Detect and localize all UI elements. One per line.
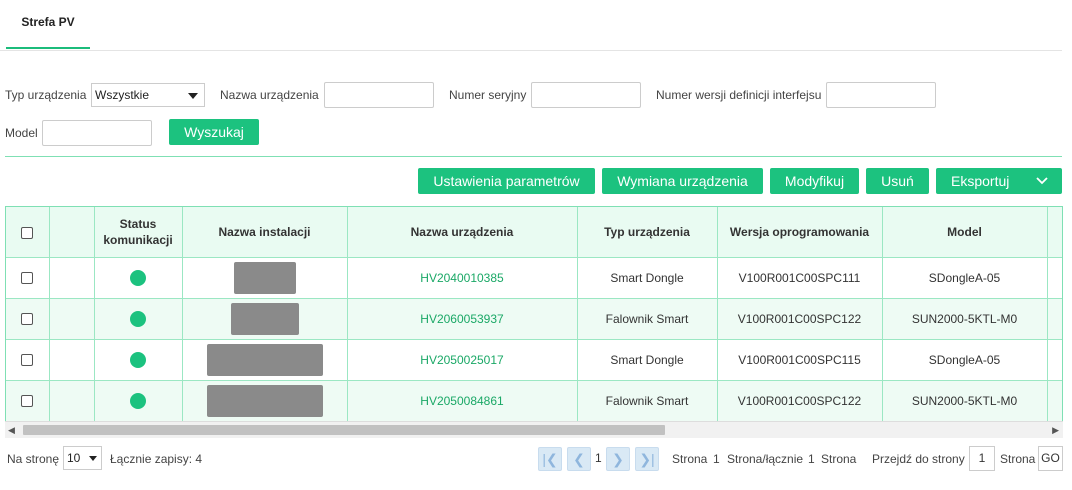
serial-number-label: Numer seryjny [449,88,527,102]
status-online-icon [130,269,146,286]
tab-strefa-pv[interactable]: Strefa PV [6,0,90,51]
redacted-plant-name [206,384,323,417]
device-type-value: Wszystkie [95,88,149,102]
software-version-cell: V100R001C00SPC115 [717,339,883,381]
software-version-cell: V100R001C00SPC111 [717,257,883,299]
serial-number-input[interactable] [531,82,641,108]
row-checkbox[interactable] [21,395,34,408]
row-checkbox[interactable] [21,313,34,326]
export-button[interactable]: Eksportuj [936,168,1062,194]
model-label: Model [5,126,38,140]
per-page-select[interactable]: 10 [63,446,102,470]
current-page-number[interactable]: 1 [595,451,602,465]
redacted-plant-name [230,302,299,335]
tab-bar: Strefa PV [0,0,1062,51]
scroll-right-icon[interactable]: ▶ [1052,425,1059,436]
interface-version-label: Numer wersji definicji interfejsu [656,88,822,102]
table-row: HV2050025017 Smart Dongle V100R001C00SPC… [6,339,1062,381]
page-total: 1 [808,452,815,466]
goto-suffix: Strona [1000,452,1036,466]
row-checkbox[interactable] [21,272,34,285]
redacted-plant-name [233,261,296,294]
section-divider [5,156,1062,157]
interface-version-input[interactable] [826,82,936,108]
parameter-settings-button[interactable]: Ustawienia parametrów [418,168,595,194]
header-device-name[interactable]: Nazwa urządzenia [347,207,578,258]
chevron-down-icon [1036,177,1048,185]
active-tab-indicator [6,47,90,49]
device-type-cell: Smart Dongle [577,257,718,299]
status-online-icon [130,351,146,368]
device-name-link[interactable]: HV2040010385 [347,257,578,299]
page-suffix: Strona [821,452,857,466]
status-online-icon [130,310,146,327]
goto-page-input[interactable]: 1 [969,446,995,471]
goto-page-label: Przejdź do strony [872,452,965,466]
header-status[interactable]: Status komunikacji [94,207,183,258]
model-input[interactable] [42,120,152,146]
model-cell: SDongleA-05 [882,339,1048,381]
device-type-select[interactable]: Wszystkie [91,83,205,107]
modify-button[interactable]: Modyfikuj [770,168,859,194]
page-label: Strona [672,452,708,466]
header-plant-name[interactable]: Nazwa instalacji [182,207,348,258]
status-online-icon [130,392,146,409]
scroll-left-icon[interactable]: ◀ [8,425,15,436]
model-cell: SDongleA-05 [882,257,1048,299]
delete-button[interactable]: Usuń [866,168,929,194]
select-all-cell [6,207,50,258]
table-row: HV2060053937 Falownik Smart V100R001C00S… [6,298,1062,340]
prev-page-icon[interactable]: ❮ [567,447,591,471]
software-version-cell: V100R001C00SPC122 [717,380,883,422]
device-name-link[interactable]: HV2060053937 [347,298,578,340]
page-total-label: Strona/łącznie [727,452,804,466]
table-row: HV2050084861 Falownik Smart V100R001C00S… [6,380,1062,422]
header-device-type[interactable]: Typ urządzenia [577,207,718,258]
device-name-link[interactable]: HV2050025017 [347,339,578,381]
software-version-cell: V100R001C00SPC122 [717,298,883,340]
device-name-input[interactable] [324,82,434,108]
last-page-icon[interactable]: ❯| [635,447,659,471]
table-header-row: Status komunikacji Nazwa instalacji Nazw… [6,207,1062,258]
replace-device-button[interactable]: Wymiana urządzenia [602,168,763,194]
export-label: Eksportuj [951,173,1010,189]
per-page-value: 10 [67,451,81,465]
device-type-cell: Falownik Smart [577,380,718,422]
device-name-label: Nazwa urządzenia [220,88,319,102]
header-software-version[interactable]: Wersja oprogramowania [717,207,883,258]
scrollbar-thumb[interactable] [23,425,665,435]
redacted-plant-name [206,343,323,376]
row-checkbox[interactable] [21,354,34,367]
devices-table: Status komunikacji Nazwa instalacji Nazw… [5,206,1063,438]
next-page-icon[interactable]: ❯ [606,447,630,471]
model-cell: SUN2000-5KTL-M0 [882,298,1048,340]
horizontal-scrollbar[interactable]: ◀ ▶ [5,421,1063,438]
chevron-down-icon [89,456,97,461]
page-number: 1 [713,452,720,466]
go-button[interactable]: GO [1038,446,1063,471]
total-records: Łącznie zapisy: 4 [110,452,203,466]
header-empty-end [1047,207,1062,258]
header-model[interactable]: Model [882,207,1048,258]
model-cell: SUN2000-5KTL-M0 [882,380,1048,422]
device-type-label: Typ urządzenia [5,88,87,102]
table-row: HV2040010385 Smart Dongle V100R001C00SPC… [6,257,1062,299]
select-all-checkbox[interactable] [21,226,34,239]
chevron-down-icon [188,93,198,99]
device-type-cell: Smart Dongle [577,339,718,381]
device-name-link[interactable]: HV2050084861 [347,380,578,422]
search-button[interactable]: Wyszukaj [169,119,259,145]
device-type-cell: Falownik Smart [577,298,718,340]
first-page-icon[interactable]: |❮ [538,447,562,471]
per-page-label: Na stronę [7,452,60,466]
header-empty [49,207,95,258]
